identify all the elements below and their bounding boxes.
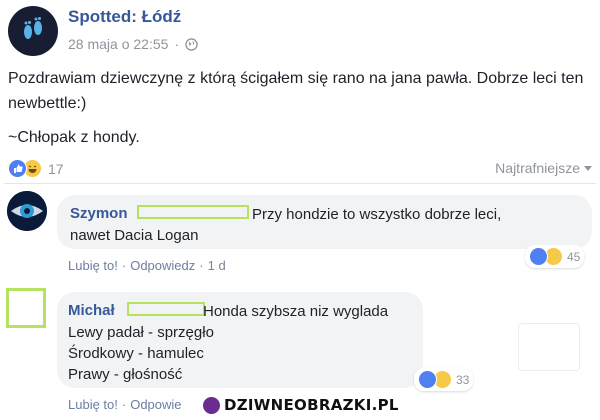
action-separator: · (121, 397, 127, 412)
comment-text: Środkowy - hamulec (68, 345, 204, 362)
like-link[interactable]: Lubię to! (68, 258, 118, 273)
comment-text: Honda szybsza niz wyglada (203, 303, 389, 320)
comment-avatar[interactable] (7, 191, 47, 231)
eye-icon (7, 191, 47, 231)
caret-down-icon (584, 165, 592, 171)
comment-avatar[interactable] (6, 288, 46, 328)
like-link[interactable]: Lubię to! (68, 397, 118, 412)
divider (4, 183, 596, 184)
comment-reaction-count: 45 (567, 249, 581, 264)
footprints-icon (24, 17, 42, 39)
watermark-logo-icon (203, 396, 220, 414)
watermark: DZIWNEOBRAZKI.PL (200, 396, 402, 414)
sort-label: Najtrafniejsze (495, 160, 580, 176)
like-icon (418, 370, 437, 389)
comment-text: Prawy - głośność (68, 366, 183, 383)
comment-author[interactable]: Michał (68, 302, 115, 319)
globe-icon[interactable] (185, 37, 198, 51)
action-separator: · (199, 258, 204, 273)
post-paragraph: Pozdrawiam dziewczynę z którą ścigałem s… (8, 70, 584, 112)
meta-separator: · (174, 36, 180, 52)
watermark-text: DZIWNEOBRAZKI.PL (224, 396, 399, 414)
post-meta: 28 maja o 22:55 · (68, 36, 198, 52)
redaction-box (137, 205, 249, 219)
comment-text: Lewy padał - sprzęgło (68, 324, 214, 341)
comment-reactions[interactable]: 45 (525, 245, 585, 268)
comment-actions: Lubię to! · Odpowiedz · 1 d (68, 258, 226, 273)
redaction-box (127, 302, 205, 316)
like-icon (529, 247, 548, 266)
like-icon (8, 159, 27, 178)
post-date[interactable]: 28 maja o 22:55 (68, 36, 168, 52)
comment-time[interactable]: 1 d (208, 258, 226, 273)
reply-link[interactable]: Odpowiedz (130, 258, 195, 273)
comment-actions: Lubię to! · Odpowie (68, 397, 182, 412)
reply-link[interactable]: Odpowie (130, 397, 181, 412)
page-name-link[interactable]: Spotted: Łódź (68, 7, 181, 27)
reaction-count: 17 (48, 160, 64, 177)
comment-text: nawet Dacia Logan (70, 227, 199, 244)
action-separator: · (121, 258, 127, 273)
comment-reaction-count: 33 (456, 372, 470, 387)
faded-background-element (518, 323, 580, 371)
post-reactions[interactable]: 17 (8, 159, 64, 178)
post-paragraph: ~Chłopak z hondy. (8, 129, 140, 146)
comment-reactions[interactable]: 33 (414, 368, 474, 391)
comment-author[interactable]: Szymon (70, 205, 128, 222)
post-body: Pozdrawiam dziewczynę z którą ścigałem s… (8, 66, 596, 159)
page-avatar[interactable] (8, 6, 58, 56)
comment-sort-dropdown[interactable]: Najtrafniejsze (495, 160, 592, 176)
comment-text: Przy hondzie to wszystko dobrze leci, (252, 206, 502, 223)
